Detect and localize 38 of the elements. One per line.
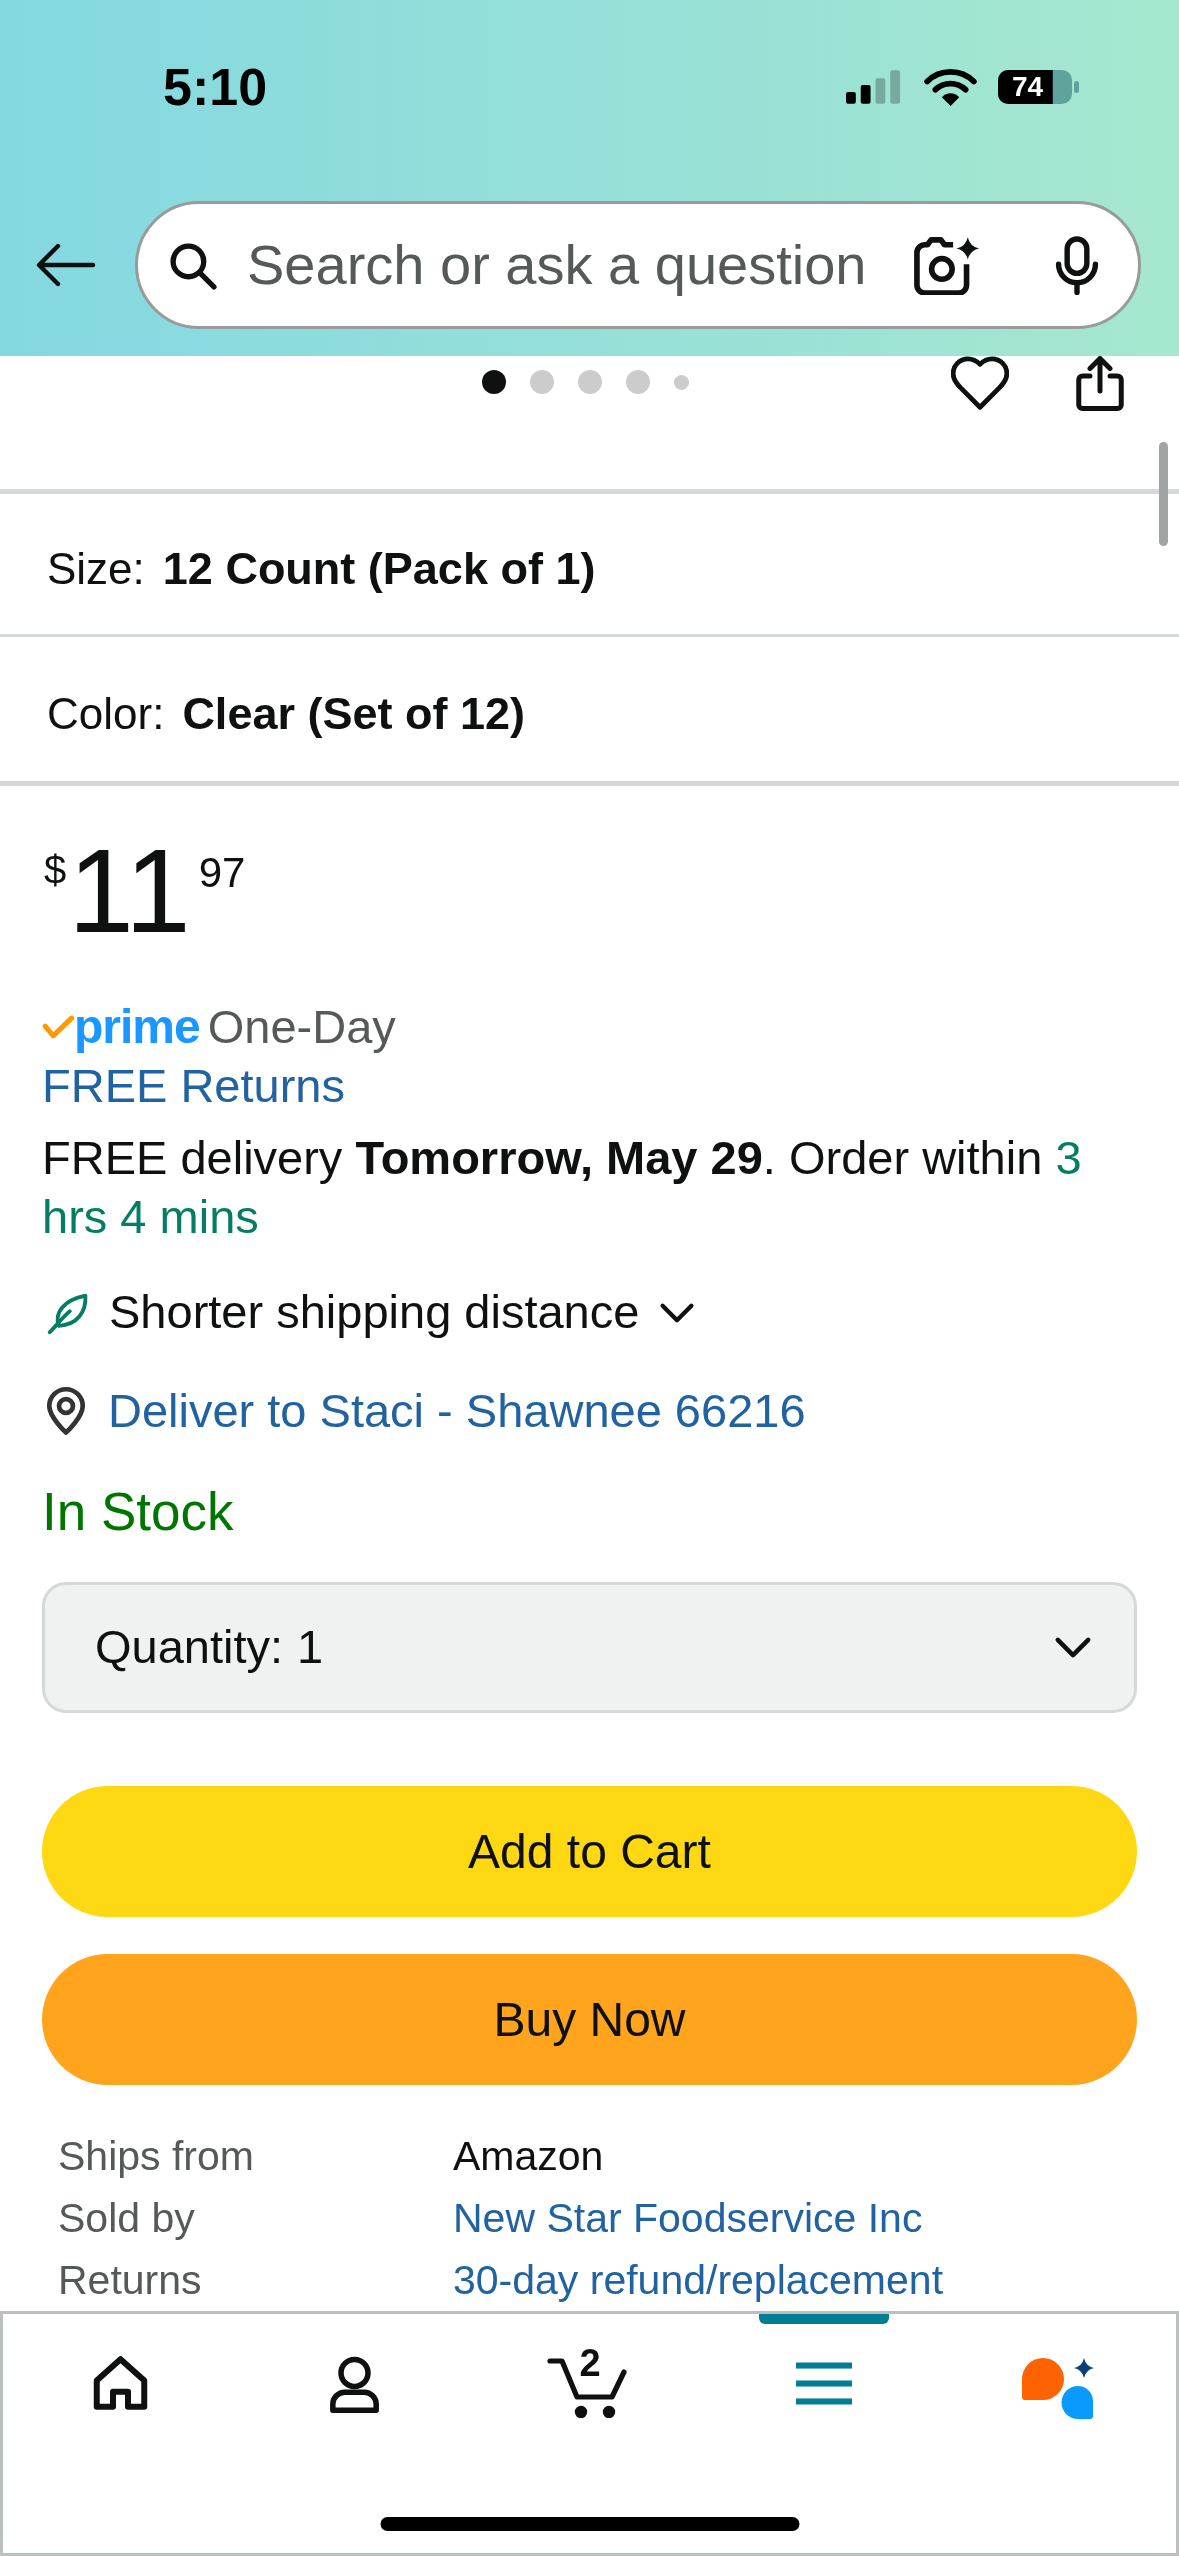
cart-count: 2 — [579, 2344, 601, 2382]
cart-tab[interactable]: 2 — [472, 2314, 707, 2464]
seller-info-link[interactable]: 30-day refund/replacement — [453, 2249, 944, 2311]
buy-now-button[interactable]: Buy Now — [42, 1954, 1137, 2085]
prime-logo-text: prime — [74, 1002, 200, 1051]
camera-icon[interactable] — [914, 235, 980, 295]
variation-selector[interactable]: Color: Clear (Set of 12) — [0, 637, 1179, 781]
deliver-to-link[interactable]: Deliver to Staci - Shawnee 66216 — [108, 1381, 806, 1440]
location-pin-icon — [45, 1386, 87, 1435]
seller-info-link[interactable]: New Star Foodservice Inc — [453, 2187, 923, 2249]
heart-icon[interactable] — [951, 356, 1009, 410]
battery-percentage: 74 — [1012, 73, 1044, 101]
seller-info-label: Sold by — [58, 2194, 195, 2243]
shipping-distance-toggle[interactable]: Shorter shipping distance — [42, 1283, 696, 1342]
add-to-cart-button[interactable]: Add to Cart — [42, 1786, 1137, 1917]
menu-icon — [796, 2362, 853, 2405]
search-input[interactable]: Search or ask a question — [247, 223, 906, 307]
search-field[interactable]: Search or ask a question — [135, 201, 1141, 329]
battery-icon — [998, 70, 1080, 104]
checkmark-icon — [42, 1014, 74, 1039]
status-time: 5:10 — [163, 61, 268, 113]
share-icon[interactable] — [1075, 356, 1125, 411]
person-icon — [328, 2356, 382, 2414]
variation-selector[interactable]: Size: 12 Count (Pack of 1) — [0, 494, 1179, 634]
search-icon — [168, 240, 217, 290]
chevron-down-icon — [1054, 1636, 1092, 1659]
quantity-dropdown[interactable]: Quantity: 1 — [42, 1582, 1137, 1713]
signal-icon — [846, 70, 903, 104]
stock-status: In Stock — [42, 1481, 234, 1543]
seller-info-label: Returns — [58, 2256, 202, 2305]
delivery-message: FREE delivery Tomorrow, May 29. Order within 3 hrs 4 mins — [42, 1130, 1083, 1245]
home-icon — [92, 2356, 148, 2410]
back-arrow-icon[interactable] — [36, 243, 96, 287]
free-returns-link[interactable]: FREE Returns — [42, 1056, 345, 1115]
wifi-icon — [923, 67, 978, 107]
seller-info-value: Amazon — [453, 2132, 604, 2181]
seller-info-label: Ships from — [58, 2132, 254, 2181]
chevron-down-icon — [659, 1301, 696, 1324]
